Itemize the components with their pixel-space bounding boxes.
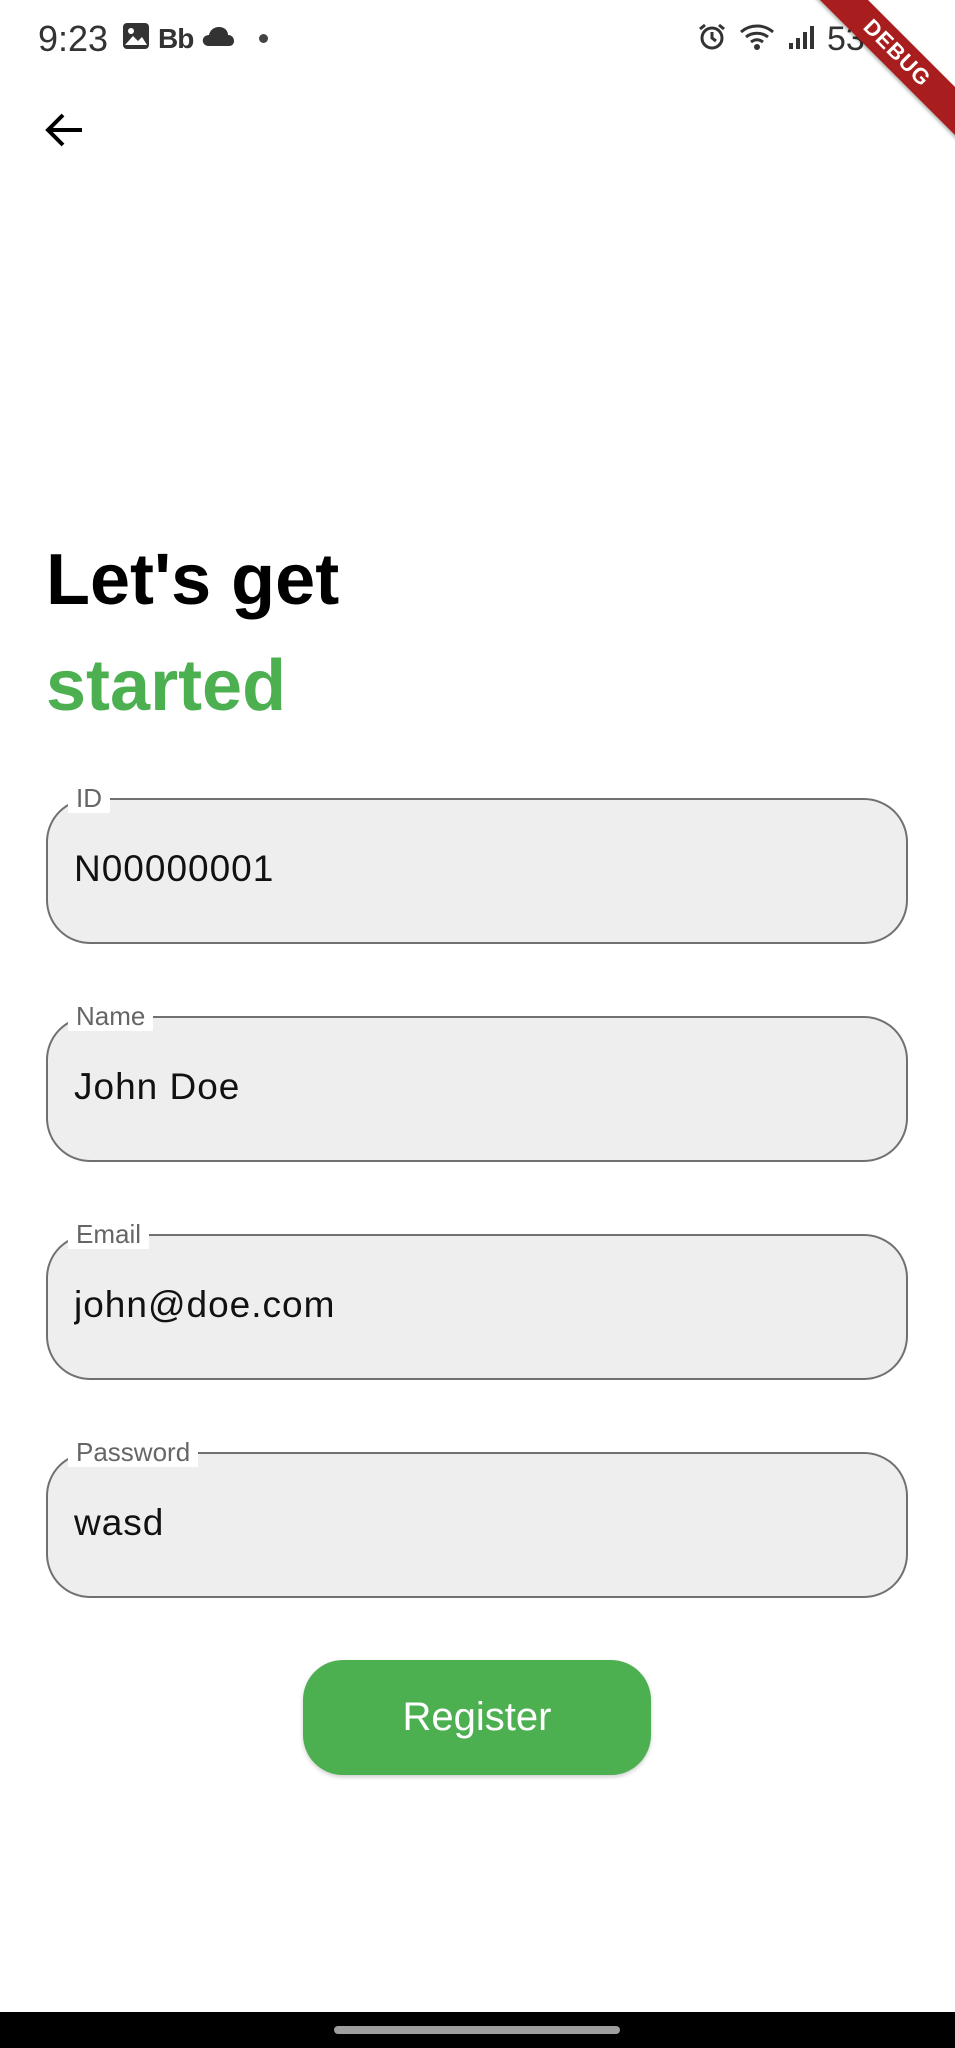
- status-notification-icons: Bb: [122, 22, 269, 55]
- alarm-icon: [697, 22, 727, 57]
- register-button[interactable]: Register: [303, 1660, 651, 1775]
- page-title: Let's get: [46, 540, 340, 620]
- bb-app-icon: Bb: [158, 22, 194, 54]
- page-title-accent: started: [46, 646, 287, 726]
- name-input[interactable]: [74, 1066, 874, 1108]
- password-input[interactable]: [74, 1502, 874, 1544]
- battery-percent: 53%: [826, 20, 895, 58]
- status-system-icons: 53%: [697, 20, 895, 59]
- password-field[interactable]: Password: [46, 1437, 908, 1598]
- name-field-label: Name: [68, 1001, 154, 1031]
- id-input[interactable]: [74, 848, 874, 890]
- signal-icon: [787, 23, 815, 56]
- system-nav-bar: [0, 2012, 955, 2048]
- more-notifications-dot: [259, 34, 269, 43]
- cloud-icon: [201, 24, 235, 53]
- status-bar: 9:23 Bb 53%: [0, 0, 955, 82]
- back-button[interactable]: [34, 100, 94, 160]
- email-field[interactable]: Email: [46, 1219, 908, 1380]
- home-gesture-handle[interactable]: [334, 2026, 620, 2034]
- status-time: 9:23: [38, 18, 109, 59]
- name-field[interactable]: Name: [46, 1001, 908, 1162]
- password-field-label: Password: [68, 1437, 199, 1467]
- wifi-icon: [739, 22, 775, 57]
- id-field-label: ID: [68, 783, 110, 813]
- register-screen: 9:23 Bb 53% DEBUG Let's get started ID N…: [0, 0, 955, 2048]
- id-field[interactable]: ID: [46, 783, 908, 944]
- arrow-left-icon: [45, 113, 82, 147]
- email-input[interactable]: [74, 1284, 874, 1326]
- email-field-label: Email: [68, 1219, 150, 1249]
- image-icon: [122, 22, 150, 55]
